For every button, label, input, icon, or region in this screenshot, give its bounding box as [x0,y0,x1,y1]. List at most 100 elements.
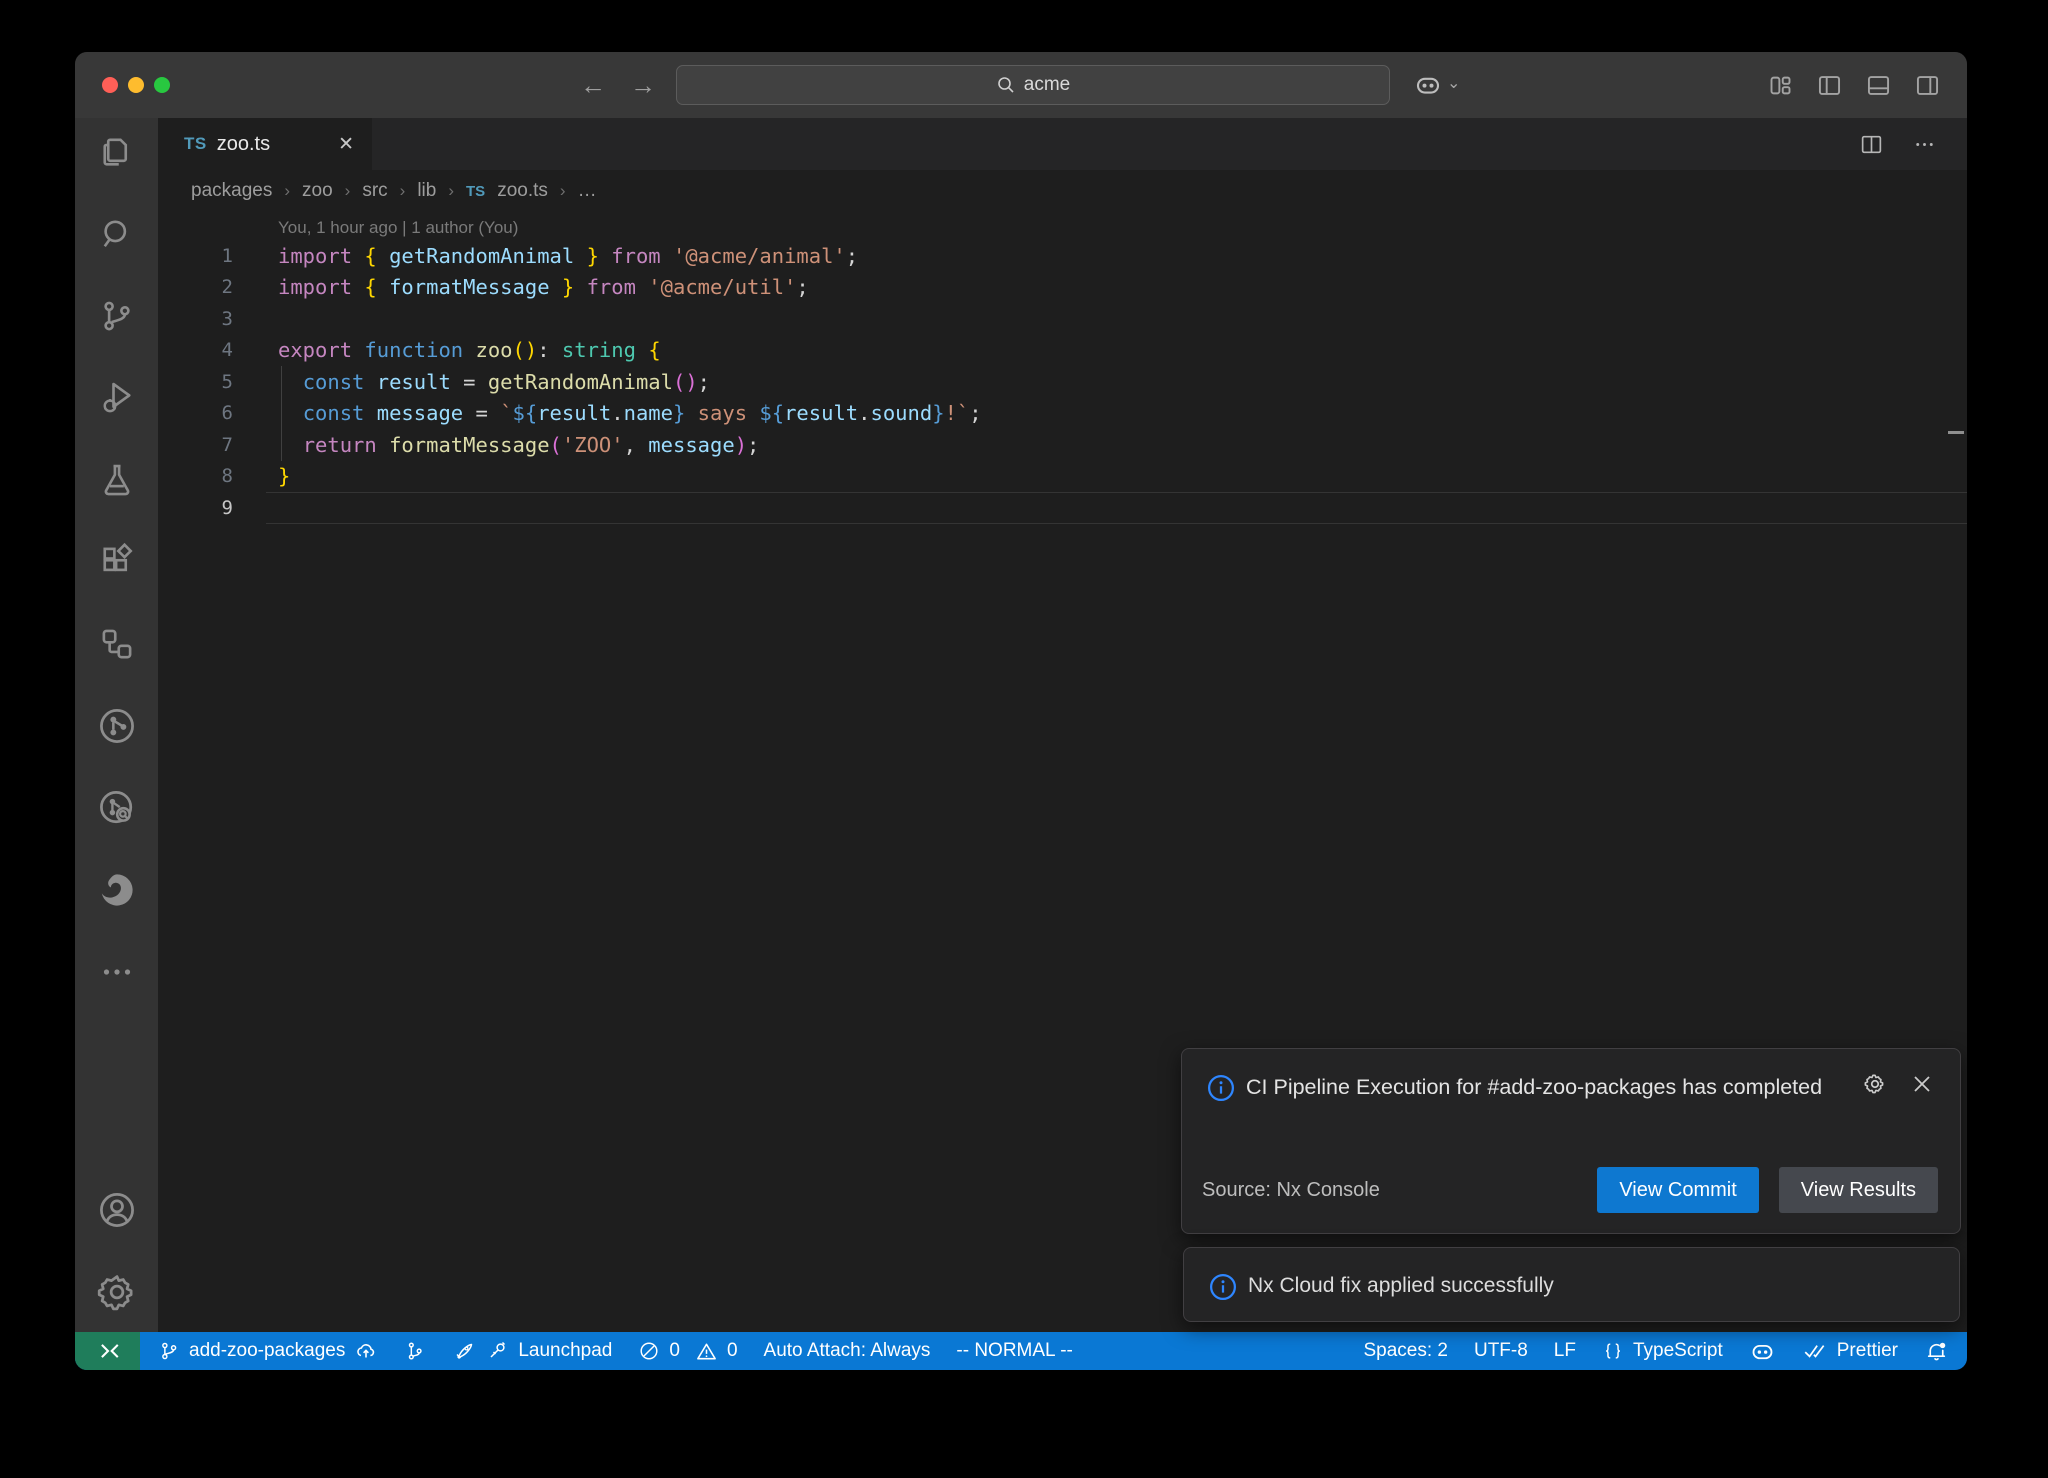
copilot-icon [1749,1338,1776,1365]
minimize-window-button[interactable] [128,77,144,93]
overview-ruler-mark [1948,431,1964,434]
split-editor-icon[interactable] [1859,132,1884,157]
problems-status[interactable]: 0 0 [625,1332,750,1370]
vim-mode-status[interactable]: -- NORMAL -- [943,1332,1085,1370]
code-line[interactable]: 1import { getRandomAnimal } from '@acme/… [158,240,1967,272]
nx-console-icon[interactable] [93,702,141,750]
chevron-right-icon: › [400,181,406,201]
prettier-status[interactable]: Prettier [1789,1332,1911,1370]
copilot-menu[interactable]: ⌄ [1413,52,1460,118]
more-actions-icon[interactable] [1912,132,1937,157]
launchpad-status[interactable]: Launchpad [439,1332,625,1370]
breadcrumb-item-packages[interactable]: packages [191,180,272,202]
bell-dot-icon [1924,1339,1949,1364]
indentation-status[interactable]: Spaces: 2 [1350,1332,1461,1370]
notification-settings-gear-icon[interactable] [1862,1071,1888,1097]
code-lines: 1import { getRandomAnimal } from '@acme/… [158,240,1967,524]
nx-cloud-icon[interactable] [93,784,141,832]
git-branch-icon [158,1340,180,1362]
code-line[interactable]: 3 [158,303,1967,335]
notification-close-icon[interactable] [1910,1072,1934,1096]
run-debug-icon[interactable] [93,374,141,422]
notification-nx-cloud-fix: Nx Cloud fix applied successfully [1183,1247,1960,1322]
warning-count: 0 [727,1340,738,1362]
forward-icon[interactable]: → [630,72,656,98]
chevron-right-icon: › [560,181,566,201]
source-control-graph-status[interactable] [391,1332,439,1370]
source-control-icon[interactable] [93,292,141,340]
info-icon [1206,1073,1236,1103]
view-results-button[interactable]: View Results [1779,1167,1938,1213]
typescript-file-icon: TS [184,134,207,154]
eol-status[interactable]: LF [1541,1332,1589,1370]
warnings-icon [695,1340,718,1363]
edge-browser-icon[interactable] [93,866,141,914]
line-number: 9 [158,497,233,519]
activity-bar [75,118,158,1332]
breadcrumb-item-lib[interactable]: lib [417,180,436,202]
extensions-icon[interactable] [93,538,141,586]
encoding-status[interactable]: UTF-8 [1461,1332,1541,1370]
chevron-right-icon: › [284,181,290,201]
explorer-icon[interactable] [93,128,141,176]
view-commit-button[interactable]: View Commit [1597,1167,1758,1213]
breadcrumb-item-file[interactable]: zoo.ts [497,180,548,202]
remote-icon [97,1340,119,1362]
code-line[interactable]: 4export function zoo(): string { [158,335,1967,367]
auto-attach-status[interactable]: Auto Attach: Always [751,1332,944,1370]
breadcrumb-item-src[interactable]: src [362,180,387,202]
notifications-bell[interactable] [1911,1332,1967,1370]
notification-message: Nx Cloud fix applied successfully [1248,1248,1554,1323]
toggle-primary-sidebar-icon[interactable] [1816,72,1843,99]
search-view-icon[interactable] [93,210,141,258]
status-bar: add-zoo-packages [75,1332,1967,1370]
info-icon [1208,1272,1238,1302]
title-bar: ← → acme ⌄ [75,52,1967,118]
publish-cloud-icon [354,1339,378,1363]
code-line[interactable]: 9 [158,492,1967,524]
project-graph-icon[interactable] [93,620,141,668]
rocket-icon [452,1339,476,1363]
remote-indicator[interactable] [75,1332,140,1370]
line-number: 2 [158,276,233,298]
notification-source: Source: Nx Console [1202,1179,1380,1202]
settings-gear-icon[interactable] [93,1268,141,1316]
line-number: 6 [158,402,233,424]
tab-zoo-ts[interactable]: TS zoo.ts ✕ [158,118,372,170]
code-line[interactable]: 8} [158,461,1967,493]
language-mode-status[interactable]: TypeScript [1589,1332,1736,1370]
git-branch-status[interactable]: add-zoo-packages [140,1332,391,1370]
error-count: 0 [669,1340,680,1362]
toggle-secondary-sidebar-icon[interactable] [1914,72,1941,99]
breadcrumb-item-symbol[interactable]: … [578,180,597,202]
encoding-label: UTF-8 [1474,1340,1528,1362]
typescript-file-icon: TS [466,183,485,200]
code-line[interactable]: 7 return formatMessage('ZOO', message); [158,429,1967,461]
copilot-icon [1413,70,1443,100]
accounts-icon[interactable] [93,1186,141,1234]
customize-layout-icon[interactable] [1767,72,1794,99]
indentation-label: Spaces: 2 [1363,1340,1448,1362]
back-icon[interactable]: ← [580,72,606,98]
testing-icon[interactable] [93,456,141,504]
braces-icon [1602,1340,1624,1362]
code-line[interactable]: 5 const result = getRandomAnimal(); [158,366,1967,398]
plug-icon [485,1339,509,1363]
tab-label: zoo.ts [217,133,270,156]
code-line[interactable]: 6 const message = `${result.name} says $… [158,398,1967,430]
copilot-status[interactable] [1736,1332,1789,1370]
git-graph-icon [404,1340,426,1362]
code-line[interactable]: 2import { formatMessage } from '@acme/ut… [158,272,1967,304]
tab-bar: TS zoo.ts ✕ [158,118,1967,170]
traffic-lights [102,77,170,93]
screen: ← → acme ⌄ [0,0,2048,1478]
close-window-button[interactable] [102,77,118,93]
more-views-icon[interactable] [93,948,141,996]
breadcrumb-item-zoo[interactable]: zoo [302,180,333,202]
zoom-window-button[interactable] [154,77,170,93]
close-tab-icon[interactable]: ✕ [338,133,354,156]
toggle-panel-icon[interactable] [1865,72,1892,99]
current-line-highlight [266,492,1967,524]
line-number: 1 [158,245,233,267]
command-center-search[interactable]: acme [676,65,1390,105]
